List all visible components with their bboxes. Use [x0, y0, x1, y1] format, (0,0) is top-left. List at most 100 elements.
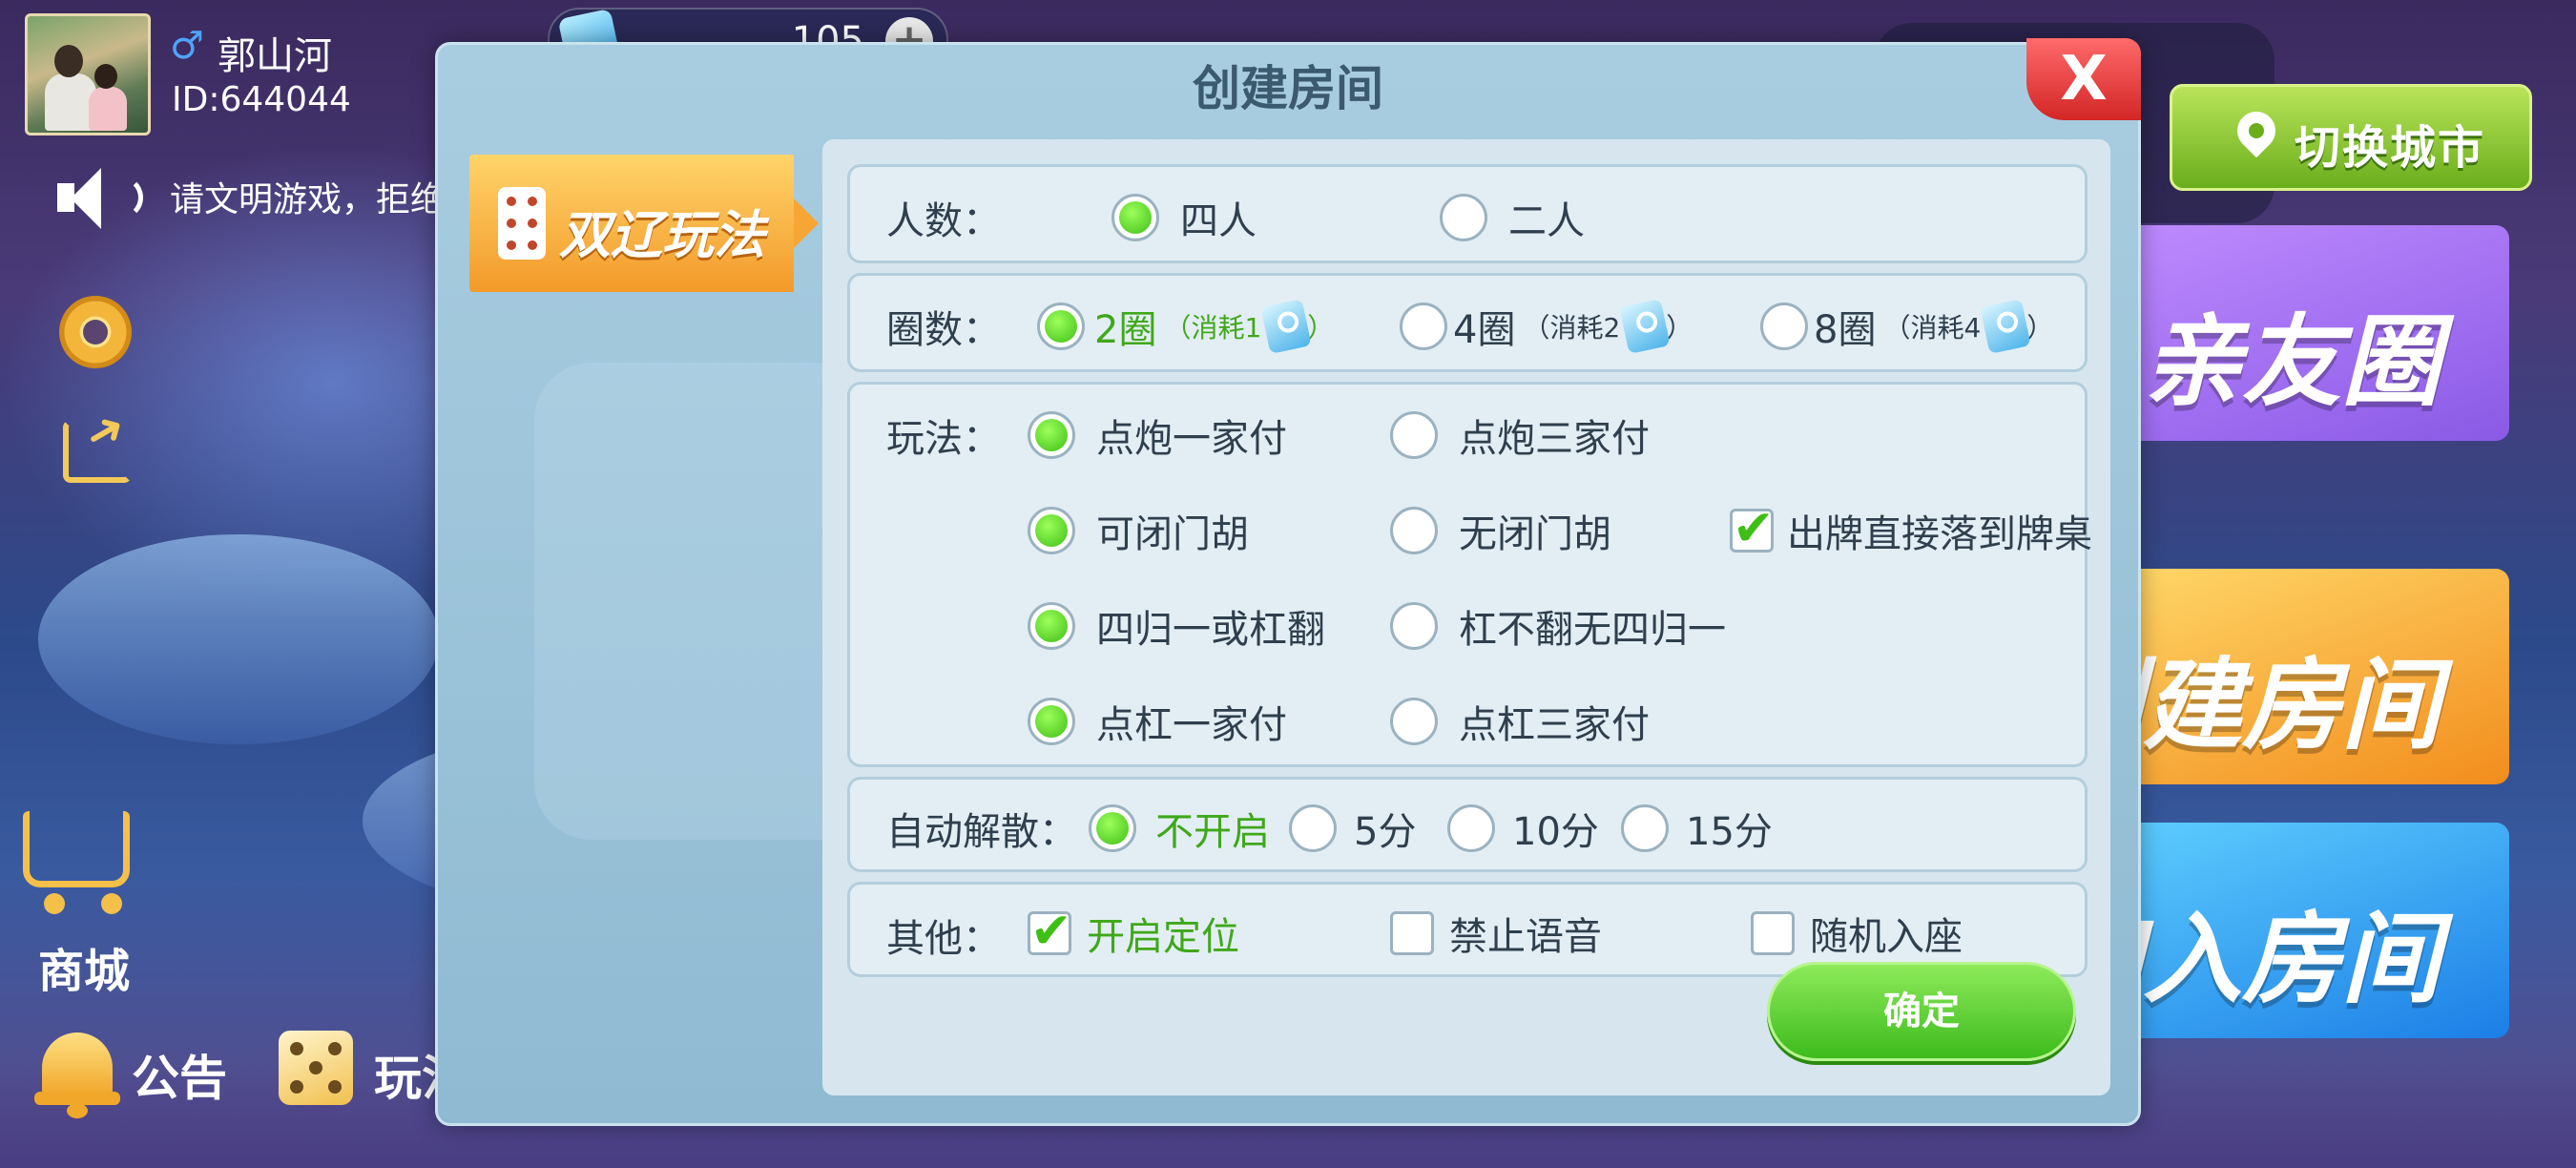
dialog-title: 创建房间 [1193, 61, 1383, 116]
auto-dismiss-option-10[interactable]: 10分 [1447, 801, 1599, 856]
checkbox[interactable] [1028, 903, 1072, 960]
rounds-option-8[interactable]: 8圈 （消耗4 ） [1760, 298, 2054, 355]
option-label: 随机入座 [1810, 915, 1963, 959]
option-label: 点炮三家付 [1459, 417, 1650, 461]
radio-button[interactable] [1447, 804, 1495, 852]
radio-button[interactable] [1028, 602, 1075, 650]
players-option-2[interactable]: 二人 [1440, 190, 1585, 245]
auto-dismiss-option-off[interactable]: 不开启 [1089, 801, 1270, 856]
gameplay-option[interactable]: 可闭门胡 [1028, 503, 1249, 558]
key-icon [1980, 298, 2031, 355]
male-icon: ♂ [170, 24, 204, 68]
radio-button[interactable] [1111, 194, 1159, 241]
key-icon [1619, 298, 1671, 355]
option-label: 2圈 [1094, 308, 1157, 352]
friends-circle-label: 亲友圈 [2142, 303, 2441, 420]
checkbox[interactable] [1390, 911, 1434, 955]
rounds-row: 圈数： 2圈 （消耗1 ） 4圈 （消耗2 ） 8圈 （消耗4 ） [847, 273, 2088, 372]
checkbox[interactable] [1751, 911, 1795, 955]
radio-button[interactable] [1390, 507, 1438, 554]
players-label: 人数： [886, 199, 1001, 243]
auto-dismiss-option-15[interactable]: 15分 [1621, 801, 1773, 856]
cost-text: （消耗1 ） [1164, 298, 1334, 355]
radio-button[interactable] [1440, 194, 1487, 241]
radio-button[interactable] [1390, 602, 1438, 650]
radio-button[interactable] [1028, 411, 1075, 459]
option-label: 无闭门胡 [1459, 512, 1611, 556]
radio-button[interactable] [1028, 507, 1075, 554]
background-decoration [38, 534, 439, 744]
cost-label: （消耗4 [1883, 312, 1982, 344]
share-icon[interactable] [63, 420, 132, 483]
switch-city-label: 切换城市 [2295, 121, 2486, 175]
gameplay-option[interactable]: 点炮一家付 [1028, 407, 1287, 463]
gameplay-option[interactable]: 点杠一家付 [1028, 694, 1287, 749]
announcement-button[interactable]: 公告 [132, 1040, 227, 1109]
close-button[interactable]: X [2026, 38, 2141, 120]
other-option-location[interactable]: 开启定位 [1028, 903, 1239, 961]
gameplay-option[interactable]: 四归一或杠翻 [1028, 598, 1325, 654]
option-label: 可闭门胡 [1096, 512, 1249, 556]
join-room-button[interactable]: 加入房间 [2089, 823, 2509, 1038]
cost-label: （消耗2 [1523, 312, 1621, 344]
rounds-option-4[interactable]: 4圈 （消耗2 ） [1400, 298, 1693, 355]
bell-icon[interactable] [34, 1019, 120, 1118]
radio-button[interactable] [1621, 804, 1669, 852]
cost-text: （消耗2 ） [1523, 298, 1693, 355]
other-option-mute[interactable]: 禁止语音 [1390, 906, 1602, 961]
gameplay-option[interactable]: 无闭门胡 [1390, 503, 1611, 558]
option-label: 10分 [1512, 810, 1599, 854]
auto-dismiss-option-5[interactable]: 5分 [1289, 801, 1416, 856]
players-option-4[interactable]: 四人 [1111, 190, 1257, 245]
other-label: 其他： [886, 917, 1001, 961]
option-label: 二人 [1508, 199, 1585, 243]
other-option-random-seat[interactable]: 随机入座 [1751, 906, 1963, 961]
checkbox[interactable] [1730, 500, 1775, 557]
shop-label[interactable]: 商城 [38, 933, 130, 1000]
gear-icon[interactable] [59, 296, 132, 368]
option-label: 点炮一家付 [1096, 417, 1287, 461]
auto-dismiss-label: 自动解散： [886, 810, 1077, 854]
radio-button[interactable] [1400, 302, 1447, 350]
option-label: 四归一或杠翻 [1096, 608, 1325, 652]
create-room-menu-button[interactable]: 创建房间 [2089, 569, 2509, 784]
cost-close: ） [1666, 312, 1693, 344]
radio-button[interactable] [1289, 804, 1337, 852]
avatar[interactable] [25, 13, 151, 136]
dice-icon[interactable] [279, 1031, 353, 1105]
confirm-button[interactable]: 确定 [1767, 962, 2076, 1061]
option-label: 8圈 [1814, 308, 1877, 352]
option-label: 出牌直接落到牌桌 [1787, 512, 2092, 556]
rounds-label: 圈数： [886, 308, 1001, 352]
option-label: 杠不翻无四归一 [1459, 608, 1726, 652]
gameplay-option[interactable]: 点杠三家付 [1390, 694, 1650, 749]
friends-circle-button[interactable]: 亲友圈 [2089, 225, 2509, 441]
cost-text: （消耗4 ） [1883, 298, 2054, 355]
radio-button[interactable] [1028, 698, 1075, 745]
option-label: 点杠三家付 [1459, 703, 1650, 747]
radio-button[interactable] [1089, 804, 1136, 852]
option-label: 不开启 [1155, 810, 1270, 854]
notice-text: 请文明游戏，拒绝赌博 [170, 180, 437, 219]
radio-button[interactable] [1390, 411, 1438, 459]
gameplay-row: 玩法： 点炮一家付 点炮三家付 可闭门胡 无闭门胡 出牌直接落到牌桌 四归一或杠… [847, 382, 2092, 767]
close-icon: X [2060, 44, 2108, 115]
option-label: 4圈 [1453, 308, 1516, 352]
auto-dismiss-row: 自动解散： 不开启 5分 10分 15分 [847, 777, 2088, 872]
cost-label: （消耗1 [1164, 312, 1262, 344]
cost-close: ） [2026, 312, 2054, 344]
location-pin-icon [2233, 112, 2279, 163]
gameplay-option[interactable]: 杠不翻无四归一 [1390, 598, 1726, 654]
gameplay-label: 玩法： [886, 417, 1001, 461]
shopping-cart-icon[interactable] [23, 811, 137, 916]
tab-shuangliao-rules[interactable]: 双辽玩法 [469, 155, 819, 292]
gameplay-option[interactable]: 点炮三家付 [1390, 407, 1650, 463]
radio-button[interactable] [1390, 698, 1438, 745]
radio-button[interactable] [1760, 302, 1808, 350]
switch-city-button[interactable]: 切换城市 [2170, 84, 2532, 191]
radio-button[interactable] [1037, 302, 1085, 350]
gameplay-option-checkbox[interactable]: 出牌直接落到牌桌 [1730, 500, 2092, 558]
option-label: 15分 [1686, 810, 1773, 854]
rounds-option-2[interactable]: 2圈 （消耗1 ） [1037, 298, 1334, 355]
option-label: 点杠一家付 [1096, 703, 1287, 747]
